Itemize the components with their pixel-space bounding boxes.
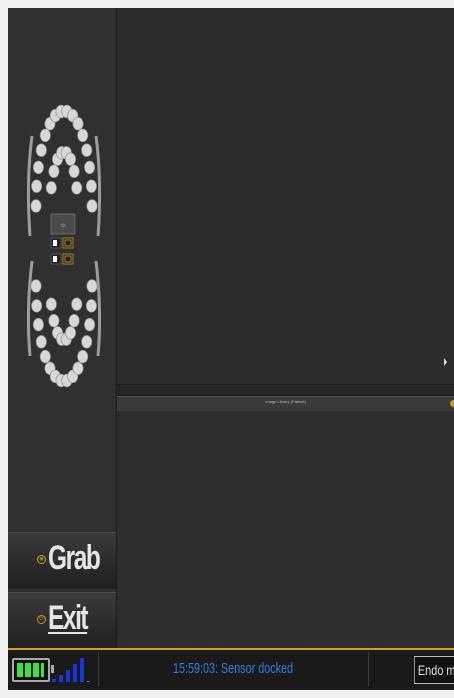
battery-cell xyxy=(33,663,39,677)
tooth[interactable] xyxy=(31,179,43,193)
battery-cell xyxy=(25,663,31,677)
dental-imaging-app: ⊙ ◉ Grab ⏻ Exit Image Library (Patient) xyxy=(8,8,454,690)
dental-chart[interactable]: ⊙ xyxy=(24,96,104,396)
tooth[interactable] xyxy=(77,128,89,143)
library-toggle-icon[interactable] xyxy=(450,400,454,407)
tooth[interactable] xyxy=(64,152,76,166)
battery-cell xyxy=(41,663,44,677)
tooth[interactable] xyxy=(72,117,84,131)
tooth[interactable] xyxy=(85,179,97,193)
tooth[interactable] xyxy=(48,314,60,328)
splitter[interactable] xyxy=(117,385,454,396)
tooth[interactable] xyxy=(68,314,80,328)
tooth[interactable] xyxy=(35,143,47,157)
tooth[interactable] xyxy=(81,335,93,349)
cursor-icon xyxy=(444,358,447,366)
status-message: 15:59:03: Sensor docked xyxy=(172,660,294,677)
tooth[interactable] xyxy=(84,317,96,332)
exit-label: Exit xyxy=(48,599,89,637)
power-icon: ⏻ xyxy=(37,615,46,624)
left-panel: ⊙ ◉ Grab ⏻ Exit xyxy=(8,8,117,649)
camera-icon: ◉ xyxy=(37,555,46,564)
tooth[interactable] xyxy=(32,317,44,332)
image-library-bar[interactable]: Image Library (Patient) xyxy=(117,396,454,412)
tooth[interactable] xyxy=(86,279,98,293)
tooth[interactable] xyxy=(30,199,42,213)
tooth[interactable] xyxy=(39,349,51,364)
tooth[interactable] xyxy=(45,181,57,195)
mode-selector[interactable]: Endo mode xyxy=(414,656,454,684)
tooth[interactable] xyxy=(77,349,89,364)
battery-cell xyxy=(17,663,23,677)
film-selected-icon[interactable] xyxy=(62,253,74,265)
tooth[interactable] xyxy=(84,160,96,175)
image-viewer[interactable] xyxy=(117,8,454,385)
image-library-title: Image Library (Patient) xyxy=(265,399,306,404)
signal-icon xyxy=(52,656,96,682)
tooth[interactable] xyxy=(71,181,83,195)
tooth[interactable] xyxy=(81,143,93,157)
tooth[interactable] xyxy=(68,164,80,179)
battery-icon xyxy=(12,658,54,682)
tooth[interactable] xyxy=(31,299,43,313)
grab-button[interactable]: ◉ Grab xyxy=(8,532,116,589)
svg-text:⊙: ⊙ xyxy=(61,223,65,229)
exit-button[interactable]: ⏻ Exit xyxy=(8,592,116,649)
tooth[interactable] xyxy=(85,299,97,313)
tooth[interactable] xyxy=(39,128,51,143)
bitewing-selected-icon[interactable] xyxy=(62,237,74,249)
image-library-panel[interactable] xyxy=(117,411,454,648)
tooth[interactable] xyxy=(64,326,76,340)
status-bar: 15:59:03: Sensor docked Endo mode xyxy=(8,648,454,690)
tooth[interactable] xyxy=(30,279,42,293)
grab-label: Grab xyxy=(48,539,101,577)
tooth[interactable] xyxy=(72,361,84,375)
tooth[interactable] xyxy=(32,160,44,175)
tooth[interactable] xyxy=(48,164,60,179)
tooth[interactable] xyxy=(45,297,57,311)
tooth[interactable] xyxy=(35,335,47,349)
tooth[interactable] xyxy=(71,297,83,311)
tooth[interactable] xyxy=(86,199,98,213)
